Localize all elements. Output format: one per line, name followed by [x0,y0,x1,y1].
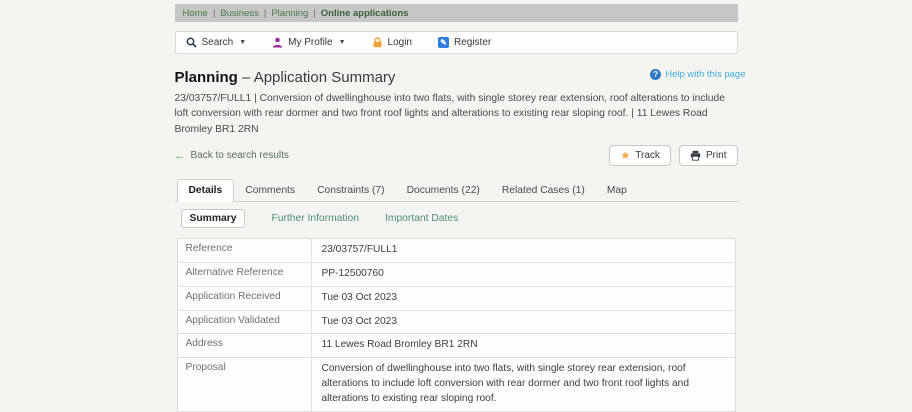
breadcrumb: Home | Business | Planning | Online appl… [175,4,738,22]
breadcrumb-separator: | [213,8,215,19]
page-title-rest: – Application Summary [242,69,395,86]
my-profile-menu[interactable]: My Profile ▼ [272,37,345,48]
subtabs: Summary Further Information Important Da… [175,202,738,236]
row-value: Tue 03 Oct 2023 [312,287,735,310]
title-row: Planning – Application Summary ? Help wi… [175,69,738,86]
back-arrow-icon: ← [175,150,186,162]
star-icon: ★ [620,149,630,162]
search-label: Search [202,37,234,48]
printer-icon [690,150,701,161]
table-row-reference: Reference 23/03757/FULL1 [178,239,735,263]
table-row-application-received: Application Received Tue 03 Oct 2023 [178,287,735,311]
row-label: Proposal [178,358,312,410]
profile-icon [272,37,283,48]
help-label: Help with this page [665,69,745,80]
table-row-proposal: Proposal Conversion of dwellinghouse int… [178,358,735,411]
track-label: Track [635,150,660,161]
page-content: Home | Business | Planning | Online appl… [175,0,738,412]
print-button[interactable]: Print [679,145,738,166]
button-group: ★ Track Print [609,145,737,166]
row-label: Alternative Reference [178,263,312,286]
help-with-this-page-link[interactable]: ? Help with this page [650,69,745,80]
tab-documents[interactable]: Documents (22) [396,180,491,201]
subtab-further-information[interactable]: Further Information [271,213,359,224]
tab-comments[interactable]: Comments [234,180,306,201]
tab-related-cases[interactable]: Related Cases (1) [491,180,596,201]
row-value: Conversion of dwellinghouse into two fla… [312,358,735,410]
row-label: Reference [178,239,312,262]
row-label: Application Validated [178,311,312,334]
row-value: Tue 03 Oct 2023 [312,311,735,334]
search-icon [186,37,197,48]
actions-row: ← Back to search results ★ Track Print [175,145,738,166]
application-details-table: Reference 23/03757/FULL1 Alternative Ref… [177,238,736,412]
row-value: 11 Lewes Road Bromley BR1 2RN [312,334,735,357]
breadcrumb-separator: | [313,8,315,19]
row-value: PP-12500760 [312,263,735,286]
subtab-important-dates[interactable]: Important Dates [385,213,458,224]
tabs: Details Comments Constraints (7) Documen… [175,179,738,202]
back-label: Back to search results [191,150,289,161]
table-row-alternative-reference: Alternative Reference PP-12500760 [178,263,735,287]
register-button[interactable]: ✎ Register [438,37,491,48]
breadcrumb-link-home[interactable]: Home [183,8,208,19]
tab-details[interactable]: Details [177,179,235,202]
register-label: Register [454,37,491,48]
table-row-application-validated: Application Validated Tue 03 Oct 2023 [178,311,735,335]
track-button[interactable]: ★ Track [609,145,671,166]
page-title-section: Planning [175,69,238,86]
breadcrumb-link-planning[interactable]: Planning [271,8,308,19]
tab-map[interactable]: Map [596,180,638,201]
breadcrumb-separator: | [264,8,266,19]
breadcrumb-current-online-applications: Online applications [321,8,409,19]
toolbar: Search ▼ My Profile ▼ Login ✎ Register [175,31,738,54]
row-label: Application Received [178,287,312,310]
chevron-down-icon: ▼ [239,39,246,46]
login-button[interactable]: Login [372,37,412,48]
tab-constraints[interactable]: Constraints (7) [306,180,396,201]
search-menu[interactable]: Search ▼ [186,37,247,48]
my-profile-label: My Profile [288,37,332,48]
subtab-summary[interactable]: Summary [181,209,246,228]
lock-icon [372,37,383,48]
row-label: Address [178,334,312,357]
page-title: Planning – Application Summary [175,69,396,86]
help-icon: ? [650,69,661,80]
chevron-down-icon: ▼ [339,39,346,46]
back-to-search-results-link[interactable]: ← Back to search results [175,150,289,162]
table-row-address: Address 11 Lewes Road Bromley BR1 2RN [178,334,735,358]
register-icon: ✎ [438,37,449,48]
login-label: Login [388,37,412,48]
print-label: Print [706,150,727,161]
row-value: 23/03757/FULL1 [312,239,735,262]
application-summary-text: 23/03757/FULL1 | Conversion of dwellingh… [175,91,738,137]
breadcrumb-link-business[interactable]: Business [220,8,259,19]
